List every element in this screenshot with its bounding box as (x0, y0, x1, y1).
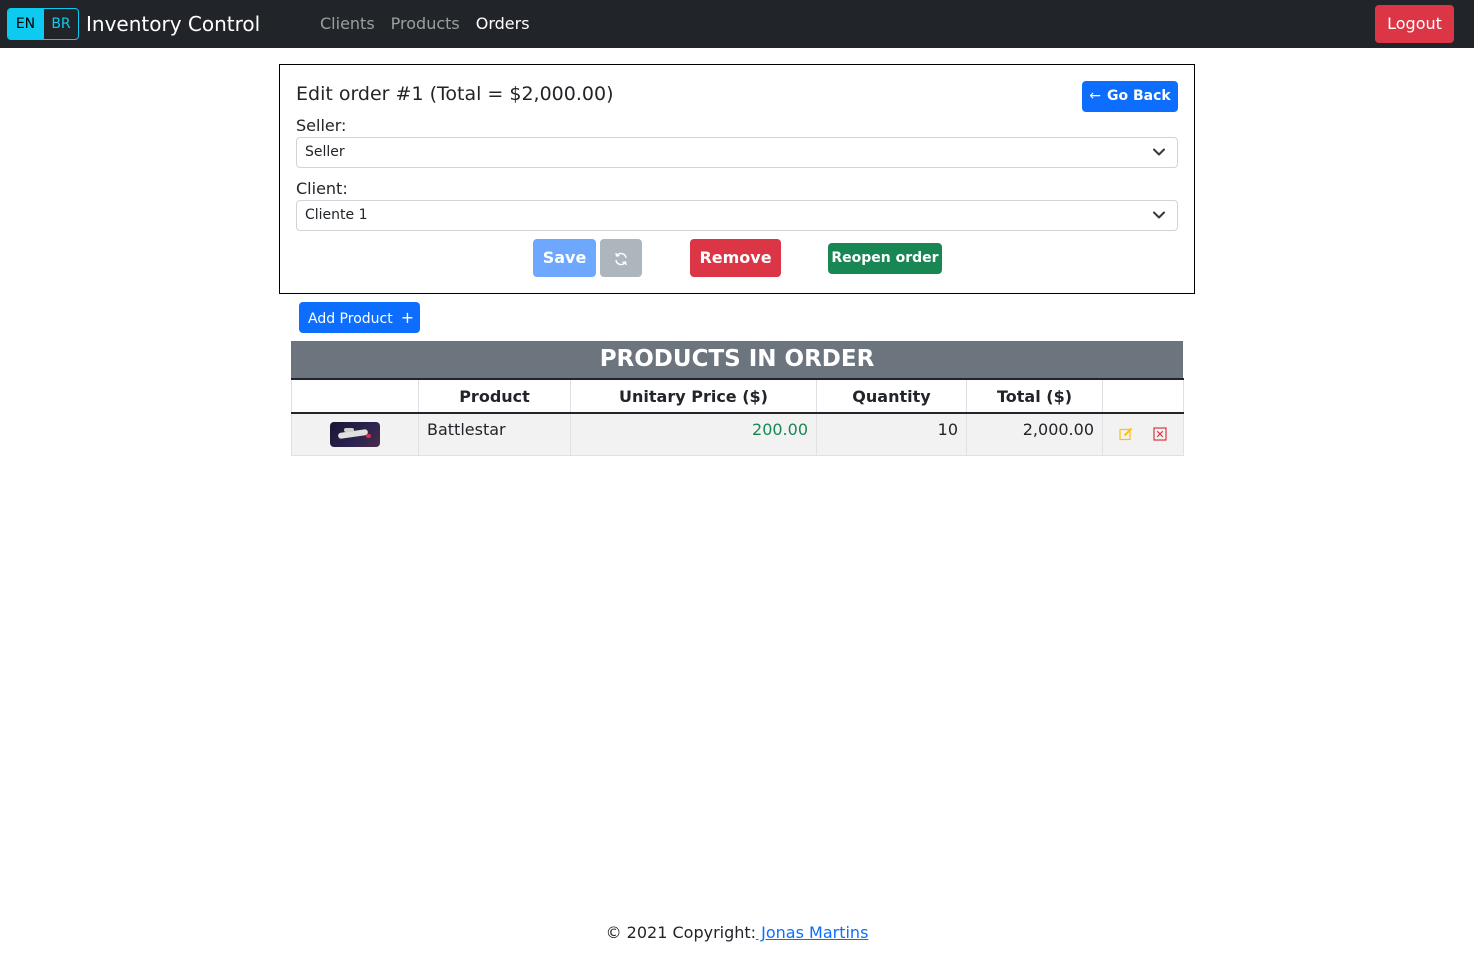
product-image-cell (291, 412, 419, 456)
page-title: Edit order #1 (Total = $2,000.00) (296, 83, 614, 105)
add-product-label: Add Product (308, 311, 393, 327)
edit-order-card: Edit order #1 (Total = $2,000.00) ← Go Ba… (279, 64, 1195, 294)
footer-copyright: © 2021 Copyright: (605, 923, 757, 942)
go-back-button[interactable]: ← Go Back (1082, 81, 1178, 112)
lang-en-button[interactable]: EN (8, 9, 43, 39)
products-table: PRODUCTS IN ORDER Product Unitary Price … (291, 341, 1184, 456)
seller-select[interactable]: Seller (296, 137, 1178, 168)
logout-button[interactable]: Logout (1375, 5, 1454, 43)
product-name-cell: Battlestar (418, 412, 571, 456)
client-select[interactable]: Cliente 1 (296, 200, 1178, 231)
chevron-down-icon (1153, 138, 1165, 178)
plus-icon: + (400, 308, 415, 327)
refresh-icon (615, 252, 627, 265)
client-select-value: Cliente 1 (305, 207, 368, 223)
unit-price-cell: 200.00 (570, 412, 817, 456)
reopen-order-button[interactable]: Reopen order (828, 243, 942, 274)
author-link[interactable]: Jonas Martins (756, 923, 868, 942)
go-back-label: Go Back (1107, 88, 1171, 104)
arrow-left-icon: ← (1089, 88, 1101, 104)
table-caption: PRODUCTS IN ORDER (291, 341, 1183, 378)
quantity-cell: 10 (816, 412, 967, 456)
footer: © 2021 Copyright: Jonas Martins (0, 921, 1474, 945)
nav-link-clients[interactable]: Clients (320, 12, 375, 36)
nav-links: Clients Products Orders (320, 12, 546, 36)
remove-button[interactable]: Remove (690, 239, 781, 277)
total-cell: 2,000.00 (966, 412, 1103, 456)
actions-cell (1102, 412, 1184, 456)
language-switcher: EN BR (7, 8, 79, 40)
nav-link-orders[interactable]: Orders (476, 12, 530, 36)
lang-br-button[interactable]: BR (43, 9, 78, 39)
seller-label: Seller: (296, 116, 347, 135)
products-grid: Product Unitary Price ($) Quantity Total… (291, 378, 1184, 456)
column-header-product: Product (418, 378, 571, 414)
column-header-image (291, 378, 419, 414)
navbar: EN BR Inventory Control Clients Products… (0, 0, 1474, 48)
column-header-total: Total ($) (966, 378, 1103, 414)
column-header-price: Unitary Price ($) (570, 378, 817, 414)
nav-link-products[interactable]: Products (391, 12, 460, 36)
seller-select-value: Seller (305, 144, 345, 160)
save-button[interactable]: Save (533, 239, 596, 277)
client-label: Client: (296, 179, 348, 198)
delete-icon[interactable] (1152, 426, 1167, 441)
column-header-actions (1102, 378, 1184, 414)
table-row: Battlestar 200.00 10 2,000.00 (291, 412, 1184, 456)
column-header-quantity: Quantity (816, 378, 967, 414)
product-thumbnail (330, 422, 380, 447)
brand-title[interactable]: Inventory Control (86, 10, 260, 38)
edit-icon[interactable] (1119, 427, 1133, 441)
add-product-button[interactable]: Add Product + (299, 302, 420, 333)
table-header-row: Product Unitary Price ($) Quantity Total… (291, 378, 1184, 414)
chevron-down-icon (1153, 201, 1165, 241)
refresh-button[interactable] (600, 239, 642, 277)
